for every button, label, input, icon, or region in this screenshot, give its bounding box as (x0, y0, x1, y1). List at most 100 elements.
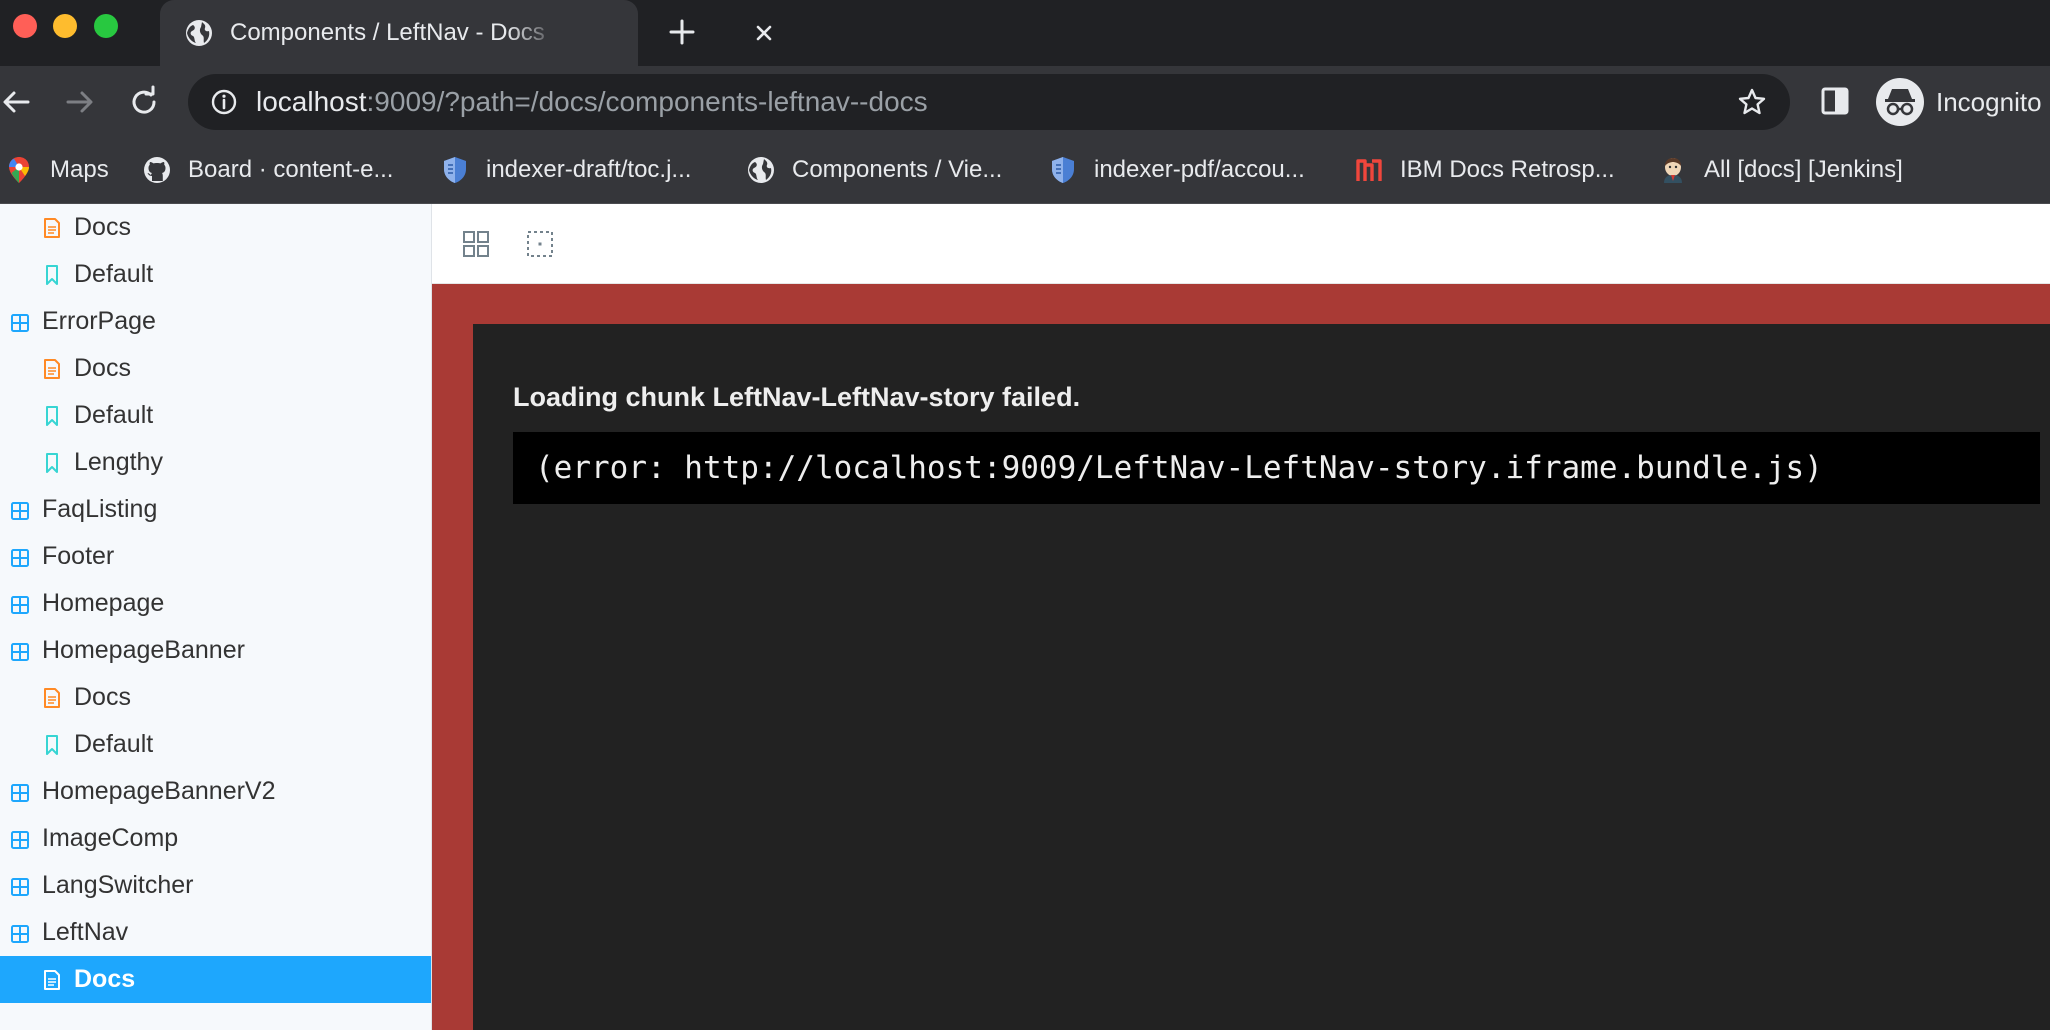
sidebar-item-label: Docs (74, 213, 131, 241)
sidebar-item-label: Docs (74, 354, 131, 382)
globe-icon (748, 157, 774, 183)
sidebar-item-label: ErrorPage (42, 307, 156, 335)
component-icon (11, 313, 29, 332)
grid-icon[interactable] (460, 228, 492, 260)
retro-logo-icon (1356, 159, 1382, 181)
browser-toolbar: localhost:9009/?path=/docs/components-le… (0, 66, 2050, 138)
shield-bookmark-icon (1052, 157, 1074, 183)
sidebar-item-faqlisting[interactable]: FaqListing (0, 486, 431, 533)
globe-icon (186, 20, 212, 46)
sidebar-item-leftnav[interactable]: LeftNav (0, 909, 431, 956)
sidebar-item-langswitcher[interactable]: LangSwitcher (0, 862, 431, 909)
bookmark-indexer-draft[interactable]: indexer-draft/toc.j... (440, 152, 691, 188)
reload-icon[interactable] (126, 84, 162, 120)
bookmark-icon (46, 734, 58, 755)
bookmark-maps[interactable]: Maps (4, 152, 109, 188)
sidebar-item-errorpage[interactable]: ErrorPage (0, 298, 431, 345)
side-panel-icon[interactable] (1818, 84, 1852, 118)
component-icon (11, 642, 29, 661)
incognito-icon[interactable] (1876, 78, 1924, 126)
sidebar-item-label: Default (74, 401, 154, 429)
jenkins-icon (1664, 158, 1682, 183)
url-text: localhost:9009/?path=/docs/components-le… (256, 85, 928, 119)
url-path: :9009/?path=/docs/components-leftnav--do… (366, 86, 928, 117)
bookmark-star-icon[interactable] (1736, 86, 1768, 118)
sidebar-item-docs[interactable]: Docs (0, 345, 431, 392)
sidebar-item-footer[interactable]: Footer (0, 533, 431, 580)
component-icon (11, 830, 29, 849)
component-icon (11, 548, 29, 567)
sidebar-item-label: Docs (74, 965, 136, 993)
sidebar-item-label: HomepageBannerV2 (42, 777, 276, 805)
sidebar-item-homepage[interactable]: Homepage (0, 580, 431, 627)
outline-icon[interactable] (524, 228, 556, 260)
address-bar[interactable]: localhost:9009/?path=/docs/components-le… (188, 74, 1790, 130)
tab-title: Components / LeftNav - Docs (230, 19, 545, 46)
profile-label[interactable]: Incognito (1936, 86, 2042, 118)
sidebar-item-imagecomp[interactable]: ImageComp (0, 815, 431, 862)
bookmark-jenkins[interactable]: All [docs] [Jenkins] (1658, 152, 1903, 188)
document-icon (44, 687, 60, 708)
sidebar-item-docs[interactable]: Docs (0, 204, 431, 251)
url-host: localhost (256, 86, 367, 117)
document-icon (44, 358, 60, 379)
sidebar-item-label: HomepageBanner (42, 636, 245, 664)
error-panel: Loading chunk LeftNav-LeftNav-story fail… (473, 324, 2050, 1030)
bookmark-indexer-pdf[interactable]: indexer-pdf/accou... (1048, 152, 1305, 188)
bookmark-icon (46, 405, 58, 426)
bookmarks-bar: Maps Board · content-e... indexer-draft/… (0, 138, 2050, 204)
bookmark-components[interactable]: Components / Vie... (746, 152, 1002, 188)
error-title: Loading chunk LeftNav-LeftNav-story fail… (513, 382, 1081, 412)
sidebar-item-default[interactable]: Default (0, 392, 431, 439)
component-icon (11, 877, 29, 896)
sidebar-item-label: LeftNav (42, 918, 129, 946)
browser-tab-active[interactable]: Components / LeftNav - Docs (160, 0, 772, 66)
sidebar-item-docs[interactable]: Docs (0, 674, 431, 721)
maps-icon (9, 157, 29, 183)
sidebar-item-homepagebanner[interactable]: HomepageBanner (0, 627, 431, 674)
close-window-button[interactable] (13, 14, 37, 38)
maximize-window-button[interactable] (94, 14, 118, 38)
bookmark-label: Board · content-e... (188, 156, 394, 183)
sidebar-item-label: ImageComp (42, 824, 179, 852)
new-tab-button[interactable] (664, 14, 700, 50)
tab-strip: Components / LeftNav - Docs (0, 0, 2050, 66)
error-detail: (error: http://localhost:9009/LeftNav-Le… (513, 432, 2040, 504)
document-icon (44, 217, 60, 238)
bookmark-label: Maps (50, 156, 109, 183)
sidebar-item-default[interactable]: Default (0, 251, 431, 298)
bookmark-label: Components / Vie... (792, 156, 1003, 183)
sidebar-item-label: LangSwitcher (42, 871, 194, 899)
back-arrow-icon[interactable] (0, 84, 36, 120)
sidebar-item-label: Homepage (42, 589, 165, 617)
bookmark-ibm-docs-retro[interactable]: IBM Docs Retrosp... (1354, 152, 1615, 188)
component-icon (11, 501, 29, 520)
bookmark-board[interactable]: Board · content-e... (142, 152, 393, 188)
github-icon (144, 157, 170, 183)
sidebar-item-label: Docs (74, 683, 131, 711)
close-tab-icon[interactable] (750, 19, 778, 47)
component-icon (11, 783, 29, 802)
document-icon (44, 969, 60, 990)
shield-bookmark-icon (444, 157, 466, 183)
sidebar-item-default[interactable]: Default (0, 721, 431, 768)
storybook-sidebar: Docs Default ErrorPage Docs Default Lengthy Fa… (0, 204, 432, 1030)
bookmark-label: IBM Docs Retrosp... (1400, 156, 1615, 183)
bookmark-label: All [docs] [Jenkins] (1704, 156, 1903, 183)
forward-arrow-icon[interactable] (62, 84, 98, 120)
sidebar-item-label: Default (74, 730, 154, 758)
sidebar-item-lengthy[interactable]: Lengthy (0, 439, 431, 486)
sidebar-item-label: Lengthy (74, 448, 163, 476)
sidebar-item-docs[interactable]: Docs (0, 956, 431, 1003)
sidebar-item-label: Footer (42, 542, 115, 570)
minimize-window-button[interactable] (53, 14, 77, 38)
bookmark-icon (46, 452, 58, 473)
sidebar-item-homepagebannerv2[interactable]: HomepageBannerV2 (0, 768, 431, 815)
component-icon (11, 924, 29, 943)
bookmark-label: indexer-pdf/accou... (1094, 156, 1305, 183)
preview-toolbar (432, 204, 2050, 284)
bookmark-label: indexer-draft/toc.j... (486, 156, 692, 183)
sidebar-item-label: Default (74, 260, 154, 288)
sidebar-item-label: FaqListing (42, 495, 158, 523)
info-icon[interactable] (210, 88, 238, 116)
